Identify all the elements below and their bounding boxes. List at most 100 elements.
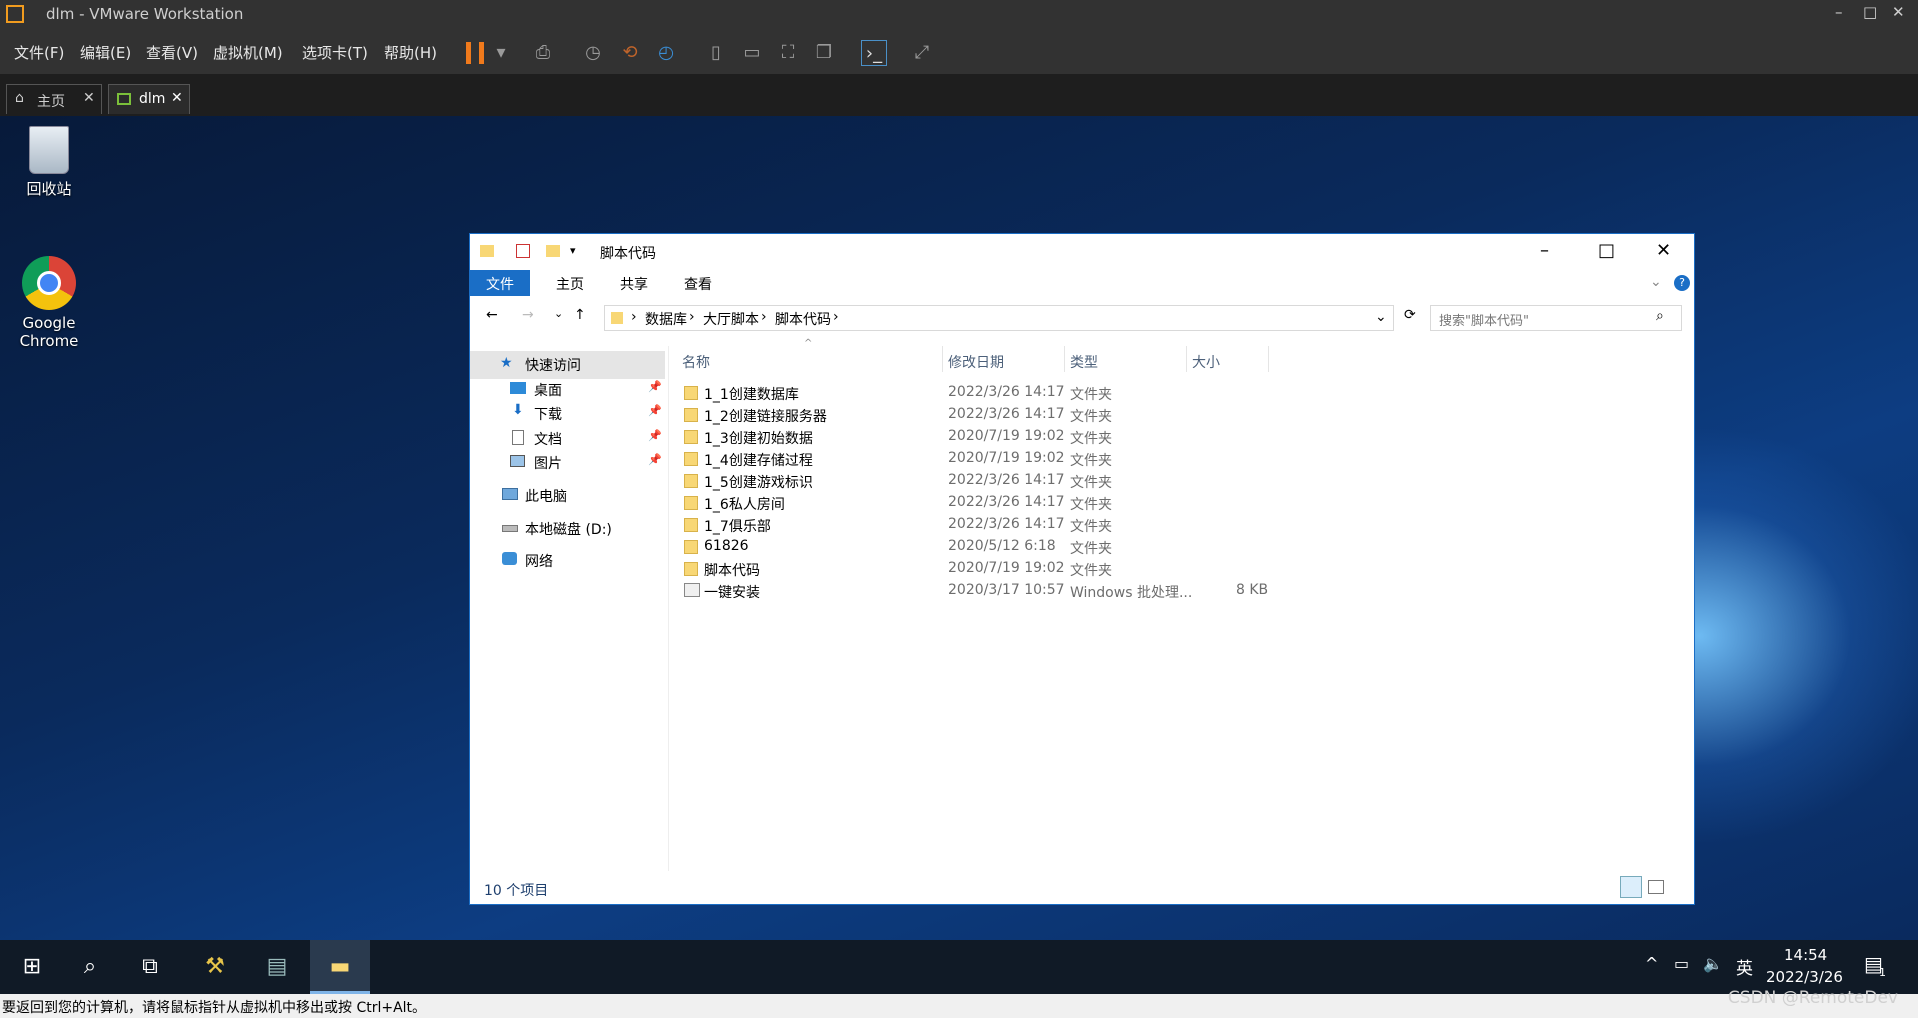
breadcrumb-item[interactable]: 大厅脚本 bbox=[703, 309, 759, 329]
close-tab-icon[interactable]: ✕ bbox=[83, 90, 95, 106]
taskbar-app-1[interactable]: ⚒ bbox=[185, 940, 245, 994]
close-icon[interactable]: ✕ bbox=[1892, 3, 1905, 21]
large-icons-view-icon[interactable] bbox=[1648, 880, 1664, 894]
stretch-view-icon[interactable]: ⤢ bbox=[909, 40, 935, 66]
pane-divider[interactable] bbox=[668, 346, 669, 871]
sidebar-item-quick-access[interactable]: ★ 快速访问 bbox=[470, 351, 665, 379]
file-row[interactable]: 1_6私人房间 2022/3/26 14:17 文件夹 bbox=[670, 494, 1270, 516]
maximize-icon[interactable]: □ bbox=[1598, 240, 1615, 261]
column-header-date[interactable]: 修改日期 bbox=[948, 352, 1004, 376]
file-row[interactable]: 1_2创建链接服务器 2022/3/26 14:17 文件夹 bbox=[670, 406, 1270, 428]
close-tab-icon[interactable]: ✕ bbox=[171, 90, 183, 106]
expand-ribbon-icon[interactable]: ⌄ bbox=[1650, 274, 1662, 290]
sidebar-item-this-pc[interactable]: 此电脑 bbox=[470, 482, 665, 510]
pin-icon[interactable]: 📌 bbox=[648, 380, 662, 393]
volume-muted-icon[interactable]: 🔈 bbox=[1703, 954, 1723, 973]
show-library-icon[interactable]: ▯ bbox=[703, 40, 729, 66]
file-name: 一键安装 bbox=[704, 585, 760, 601]
clock-date[interactable]: 2022/3/26 bbox=[1766, 968, 1843, 986]
menu-help[interactable]: 帮助(H) bbox=[384, 42, 437, 63]
unity-icon[interactable]: ❐ bbox=[811, 40, 837, 66]
windows-icon: ⊞ bbox=[22, 954, 42, 979]
pin-icon[interactable]: 📌 bbox=[648, 453, 662, 466]
sidebar-item-downloads[interactable]: ⬇ 下载 📌 bbox=[470, 400, 665, 428]
help-icon[interactable]: ? bbox=[1674, 275, 1690, 291]
breadcrumb-item[interactable]: 数据库 bbox=[645, 309, 687, 329]
desktop-icon-chrome[interactable]: Google Chrome bbox=[9, 256, 89, 350]
file-date: 2022/3/26 14:17 bbox=[948, 516, 1065, 532]
file-row[interactable]: 1_1创建数据库 2022/3/26 14:17 文件夹 bbox=[670, 384, 1270, 406]
send-ctrl-alt-del-icon[interactable]: ⎙ bbox=[530, 40, 556, 66]
file-row[interactable]: 一键安装 2020/3/17 10:57 Windows 批处理... 8 KB bbox=[670, 582, 1270, 604]
file-date: 2020/7/19 19:02 bbox=[948, 428, 1065, 444]
breadcrumb-item[interactable]: 脚本代码 bbox=[775, 309, 831, 329]
file-type: 文件夹 bbox=[1070, 497, 1112, 513]
menu-edit[interactable]: 编辑(E) bbox=[80, 42, 131, 63]
document-icon bbox=[512, 430, 524, 445]
column-header-size[interactable]: 大小 bbox=[1192, 352, 1220, 376]
menu-file[interactable]: 文件(F) bbox=[14, 42, 64, 63]
refresh-icon[interactable]: ⟳ bbox=[1404, 307, 1416, 323]
clock-time[interactable]: 14:54 bbox=[1784, 946, 1827, 964]
ribbon-tab-home[interactable]: 主页 bbox=[540, 270, 600, 296]
search-button[interactable]: ⌕ bbox=[60, 940, 120, 994]
back-icon[interactable]: ← bbox=[486, 307, 498, 323]
file-row[interactable]: 1_7俱乐部 2022/3/26 14:17 文件夹 bbox=[670, 516, 1270, 538]
close-icon[interactable]: ✕ bbox=[1656, 240, 1671, 261]
address-bar[interactable]: › 数据库 › 大厅脚本 › 脚本代码 › ⌄ bbox=[604, 305, 1394, 331]
pin-icon[interactable]: 📌 bbox=[648, 404, 662, 417]
up-icon[interactable]: ↑ bbox=[574, 307, 586, 323]
menu-view[interactable]: 查看(V) bbox=[146, 42, 198, 63]
forward-icon[interactable]: → bbox=[522, 307, 534, 323]
dropdown-arrow-icon[interactable]: ▾ bbox=[488, 40, 514, 66]
desktop-icon-recycle-bin[interactable]: 回收站 bbox=[9, 126, 89, 199]
customize-quick-access-icon[interactable]: ▾ bbox=[570, 244, 576, 257]
sidebar-item-label: 网络 bbox=[525, 554, 553, 570]
tab-dlm[interactable]: dlm ✕ bbox=[108, 84, 190, 114]
ribbon-tab-file[interactable]: 文件 bbox=[470, 270, 530, 296]
console-view-icon[interactable]: ›_ bbox=[861, 40, 887, 66]
menu-vm[interactable]: 虚拟机(M) bbox=[213, 42, 283, 63]
sidebar-item-label: 图片 bbox=[534, 456, 562, 472]
start-button[interactable]: ⊞ bbox=[2, 940, 62, 994]
menu-tabs[interactable]: 选项卡(T) bbox=[302, 42, 368, 63]
column-header-type[interactable]: 类型 bbox=[1070, 352, 1098, 376]
search-input[interactable]: 搜索"脚本代码" bbox=[1430, 305, 1682, 331]
file-row[interactable]: 1_4创建存储过程 2020/7/19 19:02 文件夹 bbox=[670, 450, 1270, 472]
revert-snapshot-icon[interactable]: ⟲ bbox=[617, 40, 643, 66]
search-icon[interactable]: ⌕ bbox=[1656, 308, 1664, 324]
recent-locations-icon[interactable]: ⌄ bbox=[554, 307, 563, 320]
new-folder-icon[interactable] bbox=[546, 245, 560, 257]
task-view-button[interactable]: ⧉ bbox=[120, 940, 180, 994]
snapshot-manager-icon[interactable]: ◴ bbox=[653, 40, 679, 66]
file-row[interactable]: 1_3创建初始数据 2020/7/19 19:02 文件夹 bbox=[670, 428, 1270, 450]
pin-icon[interactable]: 📌 bbox=[648, 429, 662, 442]
tab-home[interactable]: ⌂ 主页 ✕ bbox=[6, 84, 102, 114]
column-header-name[interactable]: 名称 bbox=[682, 352, 710, 376]
fullscreen-icon[interactable]: ⛶ bbox=[775, 40, 801, 66]
minimize-icon[interactable]: – bbox=[1540, 240, 1549, 261]
file-row[interactable]: 脚本代码 2020/7/19 19:02 文件夹 bbox=[670, 560, 1270, 582]
file-row[interactable]: 61826 2020/5/12 6:18 文件夹 bbox=[670, 538, 1270, 560]
show-hidden-icons-icon[interactable]: ^ bbox=[1645, 954, 1658, 973]
sidebar-item-pictures[interactable]: 图片 📌 bbox=[470, 449, 665, 477]
maximize-icon[interactable]: □ bbox=[1863, 3, 1877, 21]
chevron-right-icon: › bbox=[631, 309, 637, 325]
ime-indicator[interactable]: 英 bbox=[1736, 954, 1753, 979]
ribbon-tab-share[interactable]: 共享 bbox=[604, 270, 664, 296]
sidebar-item-local-disk[interactable]: 本地磁盘 (D:) bbox=[470, 515, 665, 543]
details-view-icon[interactable] bbox=[1620, 876, 1642, 898]
taskbar-app-2[interactable]: ▤ bbox=[247, 940, 307, 994]
address-dropdown-icon[interactable]: ⌄ bbox=[1375, 309, 1387, 325]
snapshot-icon[interactable]: ◷ bbox=[580, 40, 606, 66]
properties-icon[interactable] bbox=[516, 244, 530, 258]
watermark: CSDN @RemoteDev bbox=[1727, 988, 1898, 1008]
ribbon-tab-view[interactable]: 查看 bbox=[668, 270, 728, 296]
pause-icon[interactable] bbox=[466, 42, 484, 64]
thumbnail-bar-icon[interactable]: ▭ bbox=[739, 40, 765, 66]
minimize-icon[interactable]: – bbox=[1835, 3, 1843, 21]
sidebar-item-network[interactable]: 网络 bbox=[470, 547, 665, 575]
file-row[interactable]: 1_5创建游戏标识 2022/3/26 14:17 文件夹 bbox=[670, 472, 1270, 494]
network-tray-icon[interactable]: ▭ bbox=[1674, 954, 1689, 973]
taskbar-explorer-button[interactable]: ▬ bbox=[310, 940, 370, 994]
